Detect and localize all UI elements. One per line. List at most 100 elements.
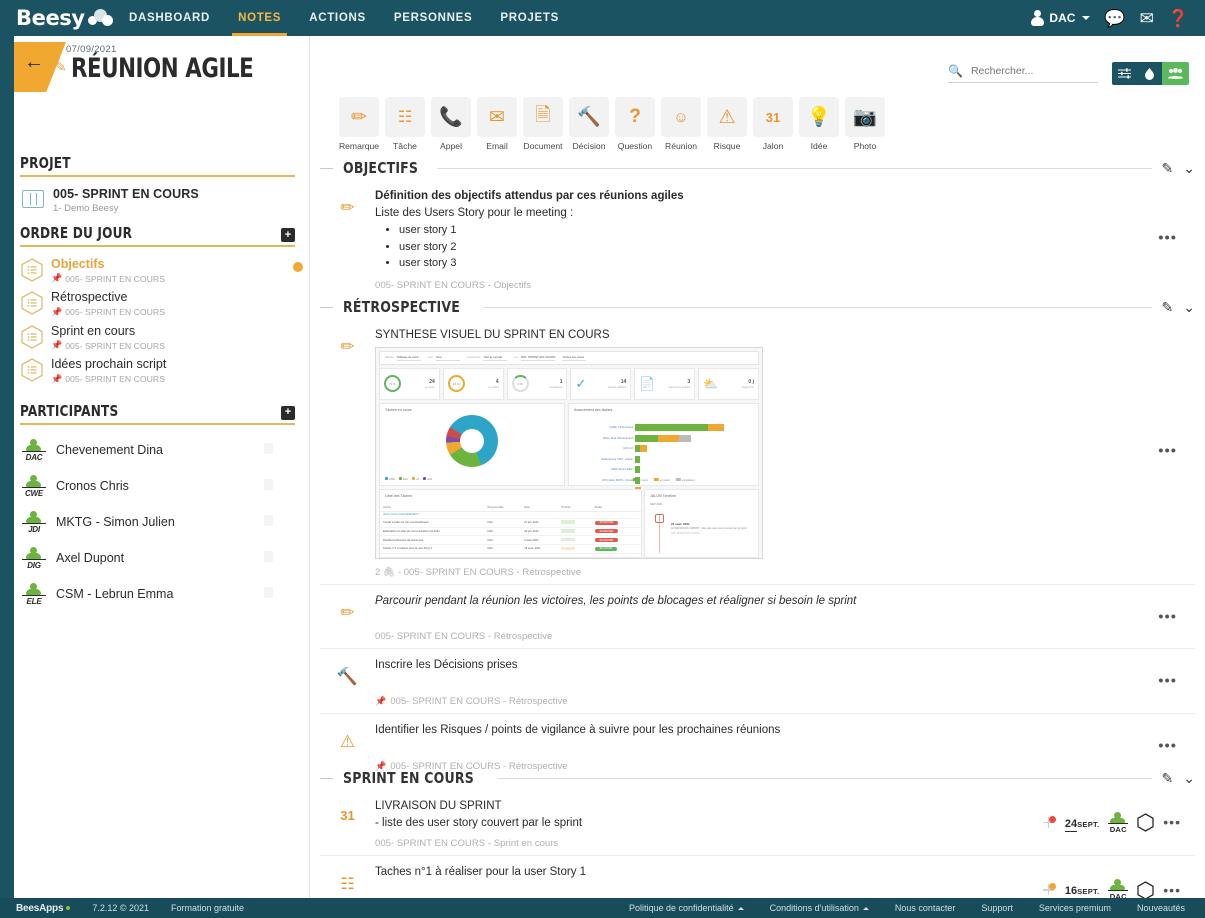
note-row[interactable]: 🔨 Inscrire les Décisions prises 📌 005- SP… (320, 648, 1195, 713)
phone-icon: 📞 (431, 97, 471, 137)
participant-row[interactable]: ELE CSM - Lebrun Emma (20, 576, 295, 612)
section-collapse-icon[interactable]: ⌄ (1183, 160, 1195, 177)
people-icon[interactable] (1162, 62, 1189, 85)
warning-icon: ⚠ (339, 732, 356, 752)
participant-name: Axel Dupont (56, 550, 125, 565)
participant-row[interactable]: DIG Axel Dupont (20, 540, 295, 576)
note-menu-icon[interactable]: ••• (1163, 815, 1181, 829)
mail-icon[interactable]: ✉ (1140, 10, 1154, 27)
search-box[interactable]: 🔍 (948, 64, 1098, 83)
note-type-decision[interactable]: 🔨 Décision (568, 97, 610, 151)
note-type-jalon[interactable]: 31 Jalon (752, 97, 794, 151)
section-title: RÉTROSPECTIVE (343, 298, 461, 316)
owner-avatar[interactable]: DAC (1108, 811, 1129, 834)
sidebar-item-sprint-en-cours[interactable]: Sprint en cours 📌 005- SPRINT EN COURS (20, 321, 295, 354)
footer-link-support[interactable]: Support (981, 903, 1013, 913)
note-row[interactable]: ☷ Taches n°1 à réaliser pour la user Sto… (320, 855, 1195, 898)
footer-version: 7.2.12 © 2021 (92, 903, 149, 913)
caret-up-icon (737, 906, 744, 910)
owner-avatar[interactable]: DAC (1108, 879, 1129, 898)
add-participant-button[interactable]: + (281, 405, 295, 420)
note-type-photo[interactable]: 📷 Photo (844, 97, 886, 151)
brand-logo[interactable]: Beesy (0, 6, 113, 30)
back-button[interactable]: ← (24, 52, 44, 72)
participant-badge (264, 550, 273, 562)
note-menu-icon[interactable]: ••• (1158, 444, 1177, 458)
status-hex-icon[interactable] (1137, 813, 1154, 832)
note-menu-icon[interactable]: ••• (1158, 609, 1177, 623)
note-type-remarque[interactable]: ✏ Remarque (338, 97, 380, 151)
note-type-reunion[interactable]: ☺ Réunion (660, 97, 702, 151)
meeting-icon: ☺ (661, 97, 701, 137)
note-type-tache[interactable]: ☷ Tâche (384, 97, 426, 151)
due-date[interactable]: 16SEPT. (1064, 881, 1099, 898)
nav-item-actions[interactable]: ACTIONS (295, 0, 380, 36)
gavel-icon: 🔨 (336, 667, 359, 687)
note-subtitle: Liste des Users Story pour le meeting : (375, 206, 574, 219)
nav-item-projets[interactable]: PROJETS (486, 0, 573, 36)
participant-row[interactable]: DAC Chevenement Dina (20, 432, 295, 468)
note-menu-icon[interactable]: ••• (1158, 674, 1177, 688)
table-row: Elaboration du plan de communication Q4 … (380, 527, 641, 537)
nav-item-notes[interactable]: NOTES (224, 0, 295, 36)
footer-link-terms[interactable]: Conditions d'utilisation (770, 903, 869, 913)
note-type-appel[interactable]: 📞 Appel (430, 97, 472, 151)
user-menu[interactable]: DAC (1031, 10, 1091, 26)
dashboard-timeline: JALON Timeline SEP 2021 24 sept. 2021 LI… (644, 488, 759, 558)
status-hex-icon[interactable] (1137, 881, 1154, 898)
note-body: Identifier les Risques / points de vigil… (375, 722, 1195, 772)
agenda-item-name: Sprint en cours (51, 323, 136, 338)
section-collapse-icon[interactable]: ⌄ (1183, 299, 1195, 316)
add-agenda-button[interactable]: + (281, 228, 295, 242)
pencil-icon[interactable]: ✎ (53, 57, 67, 76)
participant-row[interactable]: JDI MKTG - Simon Julien (20, 504, 295, 540)
embedded-dashboard-screenshot[interactable]: Afficher Tableau de bord pour Tout Concern… (375, 346, 763, 559)
footer-link-news[interactable]: Nouveautés (1137, 903, 1185, 913)
note-row[interactable]: 31 LIVRAISON DU SPRINT - liste des user … (320, 790, 1195, 855)
download-icon[interactable] (1137, 62, 1162, 85)
list-item: user story 1 (399, 222, 1125, 239)
participant-name: Cronos Chris (56, 478, 129, 493)
top-navigation: Beesy DASHBOARD NOTES ACTIONS PERSONNES … (0, 0, 1205, 36)
search-input[interactable] (970, 65, 1086, 77)
priority-pin-icon[interactable] (1042, 883, 1056, 897)
note-row[interactable]: ✏ Définition des objectifs attendus par … (320, 180, 1195, 297)
note-type-idee[interactable]: 💡 Idée (798, 97, 840, 151)
sidebar-item-objectifs[interactable]: Objectifs 📌 005- SPRINT EN COURS (20, 254, 303, 287)
footer-brand[interactable]: BeesApps (16, 903, 71, 914)
note-type-label: Question (617, 141, 653, 151)
nav-item-personnes[interactable]: PERSONNES (380, 0, 487, 36)
priority-pin-icon[interactable] (1042, 815, 1056, 830)
sidebar-item-retrospective[interactable]: Rétrospective 📌 005- SPRINT EN COURS (20, 287, 295, 320)
note-type-document[interactable]: 🗎 Document (522, 97, 564, 151)
footer-link-contact[interactable]: Nous contacter (895, 903, 956, 913)
note-row[interactable]: ✏ SYNTHESE VISUEL DU SPRINT EN COURS Aff… (320, 319, 1195, 584)
section-edit-icon[interactable]: ✎ (1162, 770, 1174, 787)
note-menu-icon[interactable]: ••• (1158, 231, 1177, 245)
agenda-text: Objectifs 📌 005- SPRINT EN COURS (51, 257, 295, 284)
question-icon: ? (615, 97, 655, 137)
filter-icon[interactable] (1112, 62, 1137, 85)
section-rule (498, 777, 1152, 779)
help-icon[interactable]: ❓ (1168, 10, 1189, 27)
participant-row[interactable]: CWE Cronos Chris (20, 468, 295, 504)
footer-link-premium[interactable]: Services premium (1039, 903, 1111, 913)
due-date[interactable]: 24SEPT. (1064, 814, 1099, 832)
note-menu-icon[interactable]: ••• (1163, 883, 1181, 897)
sidebar-item-idees-prochain-script[interactable]: Idées prochain script 📌 005- SPRINT EN CO… (20, 354, 295, 387)
section-edit-icon[interactable]: ✎ (1162, 299, 1174, 316)
note-type-question[interactable]: ? Question (614, 97, 656, 151)
chat-icon[interactable]: 💬 (1104, 10, 1125, 27)
note-row[interactable]: ✏ Parcourir pendant la réunion les victo… (320, 583, 1195, 649)
project-heading: PROJET (20, 154, 71, 172)
section-edit-icon[interactable]: ✎ (1162, 160, 1174, 177)
nav-item-dashboard[interactable]: DASHBOARD (115, 0, 224, 36)
note-menu-icon[interactable]: ••• (1158, 739, 1177, 753)
note-type-risque[interactable]: ⚠ Risque (706, 97, 748, 151)
footer-link-privacy[interactable]: Politique de confidentialité (629, 903, 744, 913)
note-title: Définition des objectifs attendus par ce… (375, 190, 684, 202)
agenda-item-sub: 📌 005- SPRINT EN COURS (51, 306, 165, 318)
note-type-email[interactable]: ✉ Email (476, 97, 518, 151)
project-row[interactable]: 005- SPRINT EN COURS 1- Demo Beesy (20, 184, 295, 224)
section-collapse-icon[interactable]: ⌄ (1183, 770, 1195, 787)
